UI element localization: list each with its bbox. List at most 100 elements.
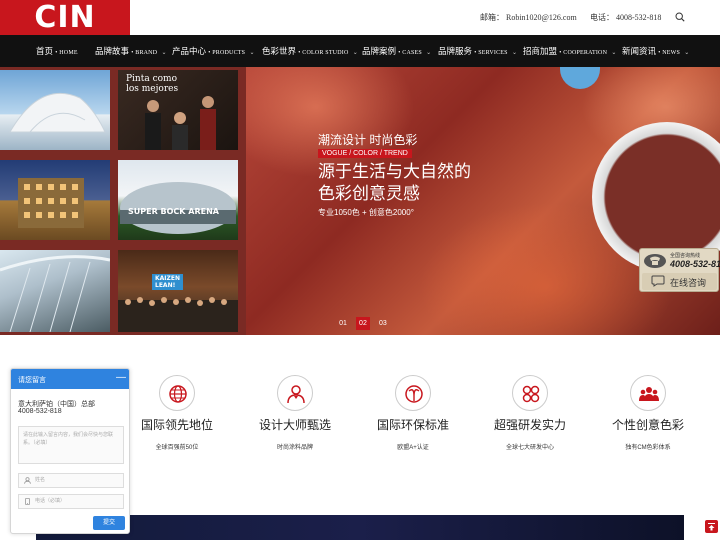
nav-label-en: • BRAND: [131, 50, 158, 56]
online-consult-button[interactable]: 在线咨询: [642, 273, 717, 290]
phone-input[interactable]: 电话（必填）: [18, 494, 124, 509]
chevron-down-icon: ⌄: [249, 50, 255, 56]
feature-subtitle: 时尚涂料品牌: [276, 445, 313, 451]
opera-house-shape: [9, 93, 106, 133]
phone-placeholder: 电话（必填）: [35, 498, 66, 504]
feature-title: 国际领先地位: [140, 418, 213, 432]
building-shape: [18, 178, 84, 228]
message-textarea[interactable]: 请在此输入留言内容，我们会尽快与您联系。（必填）: [18, 426, 124, 464]
hotline-number: 4008-532-818: [670, 259, 720, 269]
people-icon: [639, 387, 659, 401]
eco-icon: [405, 385, 423, 403]
email-info: 邮箱： Robin1020@126.com: [480, 12, 577, 23]
page: CIN 邮箱： Robin1020@126.com 电话： 4008-532-8…: [0, 0, 720, 540]
feature-title: 设计大师甄选: [258, 418, 331, 432]
hero-slogan-2: 源于生活与大自然的: [318, 162, 471, 181]
nav-item-news[interactable]: 新闻资讯 • NEWS ⌄: [622, 35, 689, 67]
online-consult-label: 在线咨询: [670, 278, 707, 288]
chevron-down-icon: ⌄: [161, 50, 167, 56]
feature-title: 超强研发实力: [493, 418, 566, 432]
submit-button[interactable]: 提交: [93, 516, 125, 530]
nav-label-en: • PRODUCTS: [208, 50, 246, 56]
nav-label-en: • SERVICES: [474, 50, 508, 56]
chevron-down-icon: ⌄: [611, 50, 617, 56]
nav-label: 色彩世界: [262, 46, 297, 56]
minimize-button[interactable]: —: [116, 372, 126, 383]
nav-label: 品牌故事: [95, 46, 130, 56]
name-placeholder: 姓名: [35, 477, 46, 483]
photo-tile-pinta: Pinta como los mejores: [118, 70, 238, 150]
email-label: 邮箱：: [480, 13, 504, 22]
arrow-up-icon: [708, 523, 715, 531]
hotline-widget[interactable]: 全国咨询热线 4008-532-818 在线咨询: [639, 248, 720, 292]
nav-item-services[interactable]: 品牌服务 • SERVICES ⌄: [438, 35, 517, 67]
chat-header[interactable]: 请您留言 —: [11, 369, 129, 389]
arena-text: SUPER BOCK ARENA: [128, 207, 219, 216]
feature-subtitle: 独有CM色彩体系: [625, 445, 671, 451]
phone-info: 电话： 4008-532-818: [590, 12, 661, 23]
feature-item[interactable]: 国际领先地位 全球百强前50位: [127, 375, 227, 451]
feature-item[interactable]: 个性创意色彩 独有CM色彩体系: [598, 375, 698, 451]
nav-item-home[interactable]: 首页 • HOME: [36, 35, 78, 67]
hero-banner[interactable]: Pinta como los mejores SUPER BOCK ARENA …: [0, 67, 720, 335]
nav-label-en: • HOME: [55, 50, 78, 56]
arena-dome: [120, 182, 236, 234]
chevron-down-icon: ⌄: [426, 50, 432, 56]
nav-label-en: • COOPERATION: [559, 50, 608, 56]
search-icon[interactable]: [675, 12, 685, 22]
slide-dot[interactable]: 01: [336, 317, 350, 330]
nav-label: 新闻资讯: [622, 46, 657, 56]
next-section-banner: [36, 515, 684, 540]
nav-label: 首页: [36, 46, 54, 56]
photo-tile-opera-house: [0, 70, 110, 150]
feature-icon-circle: [512, 375, 548, 411]
nav-label-en: • CASES: [398, 50, 422, 56]
feature-icon-circle: [630, 375, 666, 411]
crowd-shape: [118, 297, 238, 332]
email-value[interactable]: Robin1020@126.com: [506, 13, 577, 22]
nav-label: 招商加盟: [523, 46, 558, 56]
nav-label-en: • NEWS: [658, 50, 681, 56]
slide-dot-active[interactable]: 02: [355, 317, 370, 330]
chevron-down-icon: ⌄: [511, 50, 517, 56]
glass-roof-shape: [0, 255, 110, 332]
nav-label: 产品中心: [172, 46, 207, 56]
chevron-down-icon: ⌄: [352, 50, 358, 56]
logo[interactable]: CIN: [0, 0, 130, 35]
feature-subtitle: 全球七大研发中心: [505, 445, 554, 451]
phone-icon: [25, 498, 30, 505]
slider-pagination: 01 02 03: [336, 317, 394, 330]
hero-slogan-4: 专业1050色 + 创意色2000°: [318, 208, 414, 217]
feature-title: 国际环保标准: [376, 418, 449, 432]
chat-title: 请您留言: [18, 377, 46, 384]
nav-item-cases[interactable]: 品牌案例 • CASES ⌄: [362, 35, 431, 67]
nav-item-color-studio[interactable]: 色彩世界 • COLOR STUDIO ⌄: [262, 35, 358, 67]
lab-icon: [522, 385, 540, 403]
back-to-top-button[interactable]: [705, 520, 718, 533]
nav-label: 品牌服务: [438, 46, 473, 56]
feature-icon-circle: [159, 375, 195, 411]
nav-label: 品牌案例: [362, 46, 397, 56]
globe-icon: [169, 385, 187, 403]
nav-item-brand[interactable]: 品牌故事 • BRAND ⌄: [95, 35, 167, 67]
feature-item[interactable]: 国际环保标准 欧盟A+认证: [363, 375, 463, 451]
feature-subtitle: 全球百强前50位: [155, 445, 199, 451]
hero-slogan-tag: VOGUE / COLOR / TREND: [318, 149, 412, 158]
chat-phone: 4008-532-818: [18, 408, 62, 415]
people-figures: [145, 96, 216, 150]
slide-dot[interactable]: 03: [376, 317, 390, 330]
hero-slogan-1: 潮流设计 时尚色彩: [318, 133, 418, 147]
nav-item-products[interactable]: 产品中心 • PRODUCTS ⌄: [172, 35, 254, 67]
feature-item[interactable]: 设计大师甄选 时尚涂料品牌: [245, 375, 345, 451]
main-nav: 首页 • HOME 品牌故事 • BRAND ⌄ 产品中心 • PRODUCTS…: [0, 35, 720, 67]
photo-tile-group: KAIZEN LEAN!: [118, 250, 238, 332]
chevron-down-icon: ⌄: [684, 50, 690, 56]
name-input[interactable]: 姓名: [18, 473, 124, 488]
feature-title: 个性创意色彩: [611, 418, 684, 432]
nav-label-en: • COLOR STUDIO: [298, 50, 349, 56]
user-icon: [24, 477, 31, 484]
feature-item[interactable]: 超强研发实力 全球七大研发中心: [480, 375, 580, 451]
nav-item-cooperation[interactable]: 招商加盟 • COOPERATION ⌄: [523, 35, 616, 67]
hero-slogan-3: 色彩创意灵感: [318, 184, 420, 203]
phone-icon: [644, 254, 666, 268]
